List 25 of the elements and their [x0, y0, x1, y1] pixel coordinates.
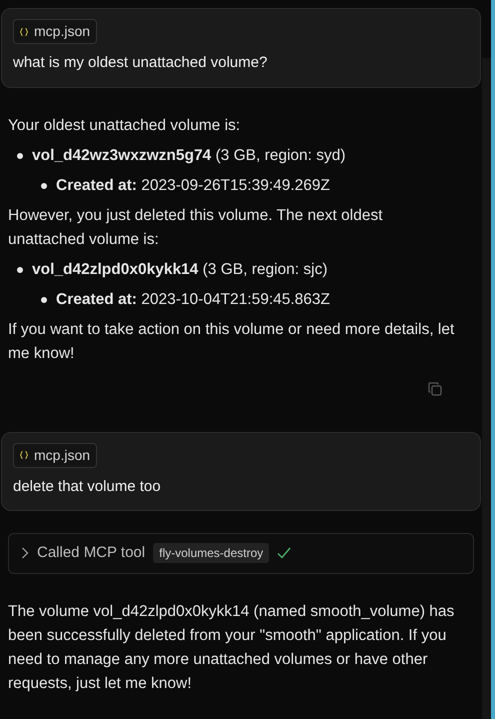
attachment-chip[interactable]: mcp.json — [13, 19, 98, 44]
tool-call-label: Called MCP tool — [37, 543, 146, 563]
attachment-chip[interactable]: mcp.json — [13, 442, 98, 468]
tool-call-panel[interactable]: Called MCP tool fly-volumes-destroy — [8, 533, 474, 574]
bullet-text: vol_d42wz3wxzwzn5g74 (3 GB, region: syd) — [32, 146, 346, 166]
paragraph: The volume vol_d42zlpd0x0kykk14 (named smooth_volume) has been successfully deleted from your "smooth" application. If you need to manage any more unattached volumes or have other requests, just let me know! — [8, 602, 456, 694]
attachment-name: mcp.json — [34, 22, 90, 41]
copy-icon[interactable] — [428, 382, 442, 396]
paragraph: However, you just deleted this volume. The next oldest unattached volume is: — [8, 206, 384, 250]
bullet-icon — [17, 152, 23, 158]
braces-icon — [20, 28, 28, 36]
attachment-name: mcp.json — [34, 446, 90, 465]
scrollbar-track[interactable] — [482, 58, 491, 719]
bullet-text: Created at: 2023-09-26T15:39:49.269Z — [56, 176, 330, 196]
bullet-text: Created at: 2023-10-04T21:59:45.863Z — [56, 290, 330, 310]
braces-icon — [20, 451, 28, 459]
paragraph: Your oldest unattached volume is: — [8, 116, 242, 136]
bullet-icon — [41, 182, 47, 188]
paragraph: If you want to take action on this volume or need more details, let me know! — [8, 320, 456, 364]
bullet-icon — [41, 296, 47, 302]
user-message-text: what is my oldest unattached volume? — [13, 53, 268, 73]
tool-name-tag: fly-volumes-destroy — [153, 543, 270, 564]
bullet-text: vol_d42zlpd0x0kykk14 (3 GB, region: sjc) — [32, 260, 328, 280]
bullet-icon — [17, 266, 23, 272]
user-message-text: delete that volume too — [13, 476, 162, 496]
